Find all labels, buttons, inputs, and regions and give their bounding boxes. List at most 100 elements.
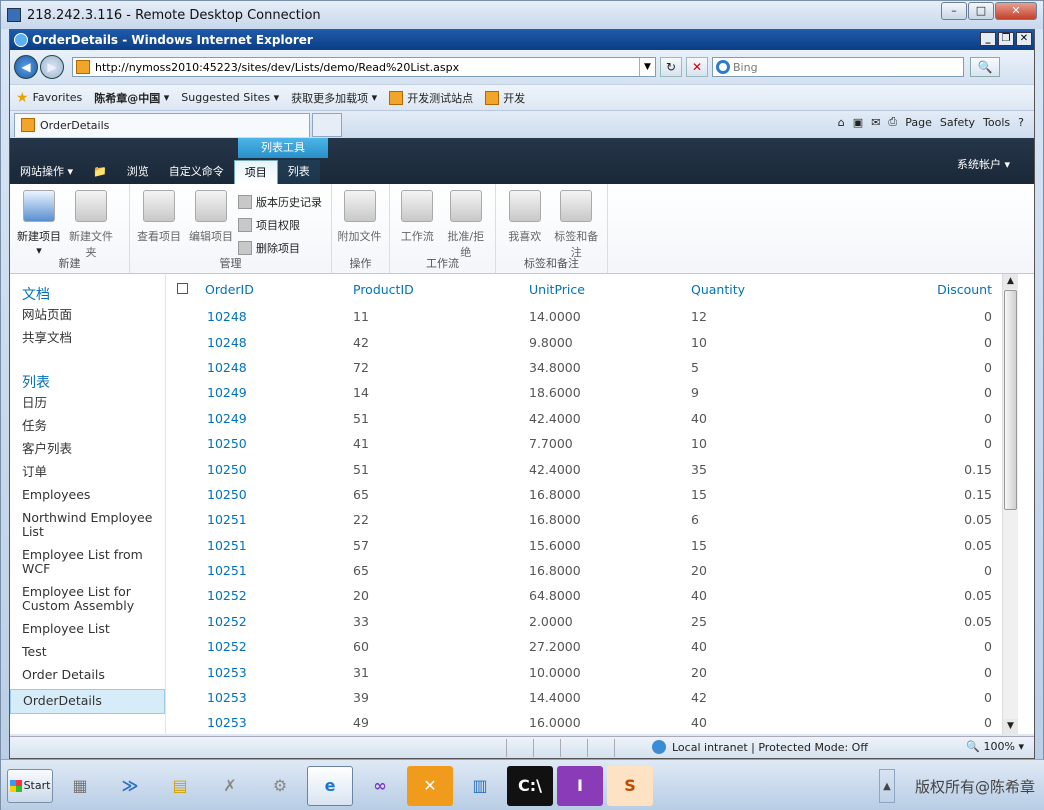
select-all-checkbox[interactable] — [177, 282, 188, 294]
table-row[interactable]: 10250 65 16.8000 15 0.15 — [167, 482, 1018, 507]
fav-item[interactable]: 陈希章@中国 ▾ — [94, 90, 169, 106]
nav-item[interactable]: 日历 — [10, 392, 165, 415]
nav-item[interactable]: 客户列表 — [10, 438, 165, 461]
tab-list[interactable]: 列表 — [277, 160, 320, 184]
search-button[interactable]: 🔍 — [970, 57, 1000, 77]
explorer-icon[interactable]: ▤ — [157, 766, 203, 806]
order-id-link[interactable]: 10251 — [199, 558, 353, 583]
version-history-button[interactable]: 版本历史记录 — [238, 190, 322, 213]
infopath-icon[interactable]: I — [557, 765, 603, 806]
table-row[interactable]: 10253 31 10.0000 20 0 — [167, 659, 1018, 684]
order-id-link[interactable]: 10250 — [199, 431, 353, 456]
powershell-icon[interactable]: ≫ — [107, 766, 153, 806]
nav-item[interactable]: Employee List — [10, 618, 165, 641]
scroll-up-icon[interactable]: ▲ — [1003, 274, 1018, 289]
nav-item[interactable]: 任务 — [10, 415, 165, 438]
close-button[interactable]: ✕ — [995, 2, 1037, 20]
nav-item[interactable]: Order Details — [10, 664, 165, 687]
safety-menu[interactable]: Safety — [940, 116, 975, 129]
home-icon[interactable]: ⌂ — [838, 116, 845, 129]
fav-item[interactable]: 开发 — [485, 90, 525, 106]
order-id-link[interactable]: 10252 — [199, 634, 353, 659]
nav-header-docs[interactable]: 文档 — [10, 284, 165, 304]
order-id-link[interactable]: 10249 — [199, 380, 353, 405]
table-row[interactable]: 10251 65 16.8000 20 0 — [167, 558, 1018, 583]
network-icon[interactable]: ▥ — [457, 766, 503, 806]
refresh-button[interactable]: ↻ — [660, 57, 682, 77]
new-tab-button[interactable] — [312, 112, 342, 137]
stop-button[interactable]: ✕ — [686, 57, 708, 77]
order-id-link[interactable]: 10250 — [199, 456, 353, 481]
order-id-link[interactable]: 10251 — [199, 507, 353, 532]
favorites-button[interactable]: ★ Favorites — [16, 90, 82, 106]
vertical-scrollbar[interactable]: ▲ ▼ — [1002, 274, 1018, 734]
col-discount[interactable]: Discount — [871, 274, 1018, 304]
help-icon[interactable]: ? — [1018, 116, 1024, 129]
order-id-link[interactable]: 10252 — [199, 583, 353, 608]
minimize-button[interactable]: – — [941, 2, 967, 20]
address-dropdown-icon[interactable]: ▼ — [639, 58, 655, 76]
col-productid[interactable]: ProductID — [353, 274, 529, 304]
back-button[interactable]: ◀ — [14, 55, 38, 79]
table-row[interactable]: 10251 22 16.8000 6 0.05 — [167, 507, 1018, 532]
nav-item[interactable]: 共享文档 — [10, 327, 165, 350]
table-row[interactable]: 10249 51 42.4000 40 0 — [167, 406, 1018, 431]
order-id-link[interactable]: 10251 — [199, 533, 353, 558]
nav-item[interactable]: Employees — [10, 484, 165, 507]
visual-studio-icon[interactable]: ∞ — [357, 766, 403, 806]
order-id-link[interactable]: 10253 — [199, 710, 353, 734]
order-id-link[interactable]: 10248 — [199, 355, 353, 380]
order-id-link[interactable]: 10249 — [199, 406, 353, 431]
user-menu[interactable]: 系统帐户 ▾ — [957, 156, 1010, 172]
table-row[interactable]: 10252 20 64.8000 40 0.05 — [167, 583, 1018, 608]
site-actions-menu[interactable]: 网站操作 ▾ — [10, 160, 83, 184]
fav-item[interactable]: Suggested Sites ▾ — [181, 91, 279, 104]
sharepoint-tools-icon[interactable]: ✕ — [407, 765, 453, 806]
table-row[interactable]: 10249 14 18.6000 9 0 — [167, 380, 1018, 405]
scroll-thumb[interactable] — [1004, 290, 1017, 510]
forward-button[interactable]: ▶ — [40, 55, 64, 79]
order-id-link[interactable]: 10248 — [199, 329, 353, 354]
col-unitprice[interactable]: UnitPrice — [529, 274, 691, 304]
cmd-icon[interactable]: C:\ — [507, 765, 553, 806]
nav-item[interactable]: Employee List for Custom Assembly — [10, 581, 165, 618]
start-button[interactable]: Start — [7, 768, 53, 803]
tab-custom-commands[interactable]: 自定义命令 — [159, 160, 234, 184]
table-row[interactable]: 10250 41 7.7000 10 0 — [167, 431, 1018, 456]
table-row[interactable]: 10253 49 16.0000 40 0 — [167, 710, 1018, 734]
sharepoint-designer-icon[interactable]: S — [607, 765, 653, 806]
table-row[interactable]: 10252 33 2.0000 25 0.05 — [167, 609, 1018, 634]
order-id-link[interactable]: 10248 — [199, 304, 353, 329]
security-zone[interactable]: Local intranet | Protected Mode: Off — [652, 740, 868, 754]
nav-header-lists[interactable]: 列表 — [10, 372, 165, 392]
server-manager-icon[interactable]: ▦ — [57, 766, 103, 806]
table-row[interactable]: 10252 60 27.2000 40 0 — [167, 634, 1018, 659]
nav-item[interactable]: Northwind Employee List — [10, 507, 165, 544]
tab-items[interactable]: 项目 — [233, 160, 278, 184]
order-id-link[interactable]: 10253 — [199, 659, 353, 684]
services-icon[interactable]: ⚙ — [257, 766, 303, 806]
mail-icon[interactable]: ✉ — [871, 116, 880, 129]
feeds-icon[interactable]: ▣ — [853, 116, 863, 129]
table-row[interactable]: 10248 42 9.8000 10 0 — [167, 329, 1018, 354]
search-input[interactable]: Bing — [712, 57, 964, 77]
table-row[interactable]: 10248 11 14.0000 12 0 — [167, 304, 1018, 329]
tools-menu[interactable]: Tools — [983, 116, 1010, 129]
col-orderid[interactable]: OrderID — [199, 274, 353, 304]
ie-minimize-button[interactable]: _ — [980, 32, 996, 46]
table-row[interactable]: 10253 39 14.4000 42 0 — [167, 685, 1018, 710]
address-bar[interactable]: http://nymoss2010:45223/sites/dev/Lists/… — [72, 57, 656, 77]
order-id-link[interactable]: 10250 — [199, 482, 353, 507]
print-icon[interactable]: ⎙ — [888, 115, 897, 129]
tools-icon[interactable]: ✗ — [207, 766, 253, 806]
fav-item[interactable]: 获取更多加载项 ▾ — [291, 90, 377, 106]
item-permissions-button[interactable]: 项目权限 — [238, 213, 322, 236]
scroll-down-icon[interactable]: ▼ — [1003, 719, 1018, 734]
nav-item-selected[interactable]: OrderDetails — [10, 689, 165, 714]
table-row[interactable]: 10250 51 42.4000 35 0.15 — [167, 456, 1018, 481]
order-id-link[interactable]: 10253 — [199, 685, 353, 710]
zoom-level[interactable]: 🔍 100% ▾ — [966, 740, 1024, 753]
table-row[interactable]: 10251 57 15.6000 15 0.05 — [167, 533, 1018, 558]
tab-browse[interactable]: 浏览 — [117, 160, 159, 184]
page-menu[interactable]: Page — [905, 116, 932, 129]
